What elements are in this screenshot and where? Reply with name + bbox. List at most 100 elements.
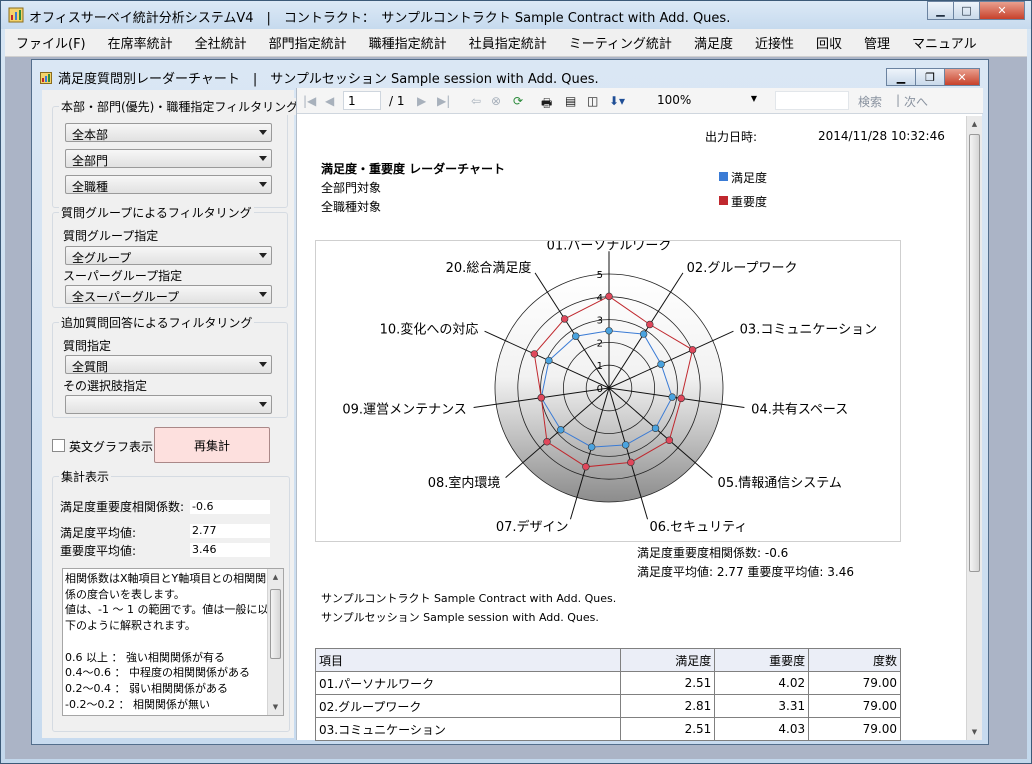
report-session: サンプルセッション Sample session with Add. Ques. [321,611,599,624]
correlation-explanation-textbox[interactable]: 相関係数はX軸項目とY軸項目との相関関係の度合いを表します。 値は、-1 ～ 1… [62,568,284,716]
dept-filter-group: 本部・部門(優先)・職種指定フィルタリング 全本部 全部門 全職種 [52,98,301,208]
english-graph-checkbox[interactable] [52,439,65,452]
correlation-explanation-text: 相関係数はX軸項目とY軸項目との相関関係の度合いを表します。 値は、-1 ～ 1… [65,572,269,711]
minimize-button[interactable]: ▁ [927,1,954,20]
importance-point [677,394,685,403]
app-icon [8,7,24,23]
window-title: オフィスサーベイ統計分析システムV4 | コントラクト： サンプルコントラクト … [29,11,731,26]
back-icon[interactable]: ⇦ [471,94,481,108]
print-layout-icon[interactable]: ▤ [565,94,576,108]
filter-panel: 本部・部門(優先)・職種指定フィルタリング 全本部 全部門 全職種 質問グループ… [42,90,301,738]
radar-tick-label: 2 [597,338,603,349]
chevron-down-icon [259,182,267,187]
maximize-button[interactable]: □ [953,1,980,20]
child-window-title: 満足度質問別レーダーチャート | サンプルセッション Sample sessio… [58,72,599,87]
importance-point [537,394,545,402]
option-select[interactable] [65,395,272,414]
menu-employee-stats[interactable]: 社員指定統計 [458,33,558,52]
search-button[interactable]: 検索 [858,93,882,110]
scroll-up-icon[interactable]: ▲ [967,116,982,132]
menu-manual[interactable]: マニュアル [901,33,988,52]
question-group-select[interactable]: 全グループ [65,246,272,265]
next-button[interactable]: 次へ [904,93,928,110]
last-page-icon[interactable]: ▶| [437,94,450,108]
department-select[interactable]: 全部門 [65,149,272,168]
headquarters-select[interactable]: 全本部 [65,123,272,142]
results-table: 項目 満足度 重要度 度数 01.パーソナルワーク 2.51 4.02 79.0… [314,648,901,741]
satisfaction-point [622,441,630,449]
page-setup-icon[interactable]: ◫ [587,94,598,108]
memo-scrollbar[interactable]: ▲ ▼ [267,569,283,715]
radar-tick-label: 5 [597,270,603,281]
correlation-label: 満足度重要度相関係数: [60,500,185,514]
chevron-down-icon [259,292,267,297]
menu-satisfaction[interactable]: 満足度 [683,33,744,52]
search-input[interactable] [775,91,849,110]
menu-job-stats[interactable]: 職種指定統計 [358,33,458,52]
importance-point [543,438,551,446]
first-page-icon[interactable]: |◀ [303,94,316,108]
question-group-filter: 質問グループによるフィルタリング 質問グループ指定 全グループ スーパーグループ… [52,204,288,308]
menu-file[interactable]: ファイル(F) [5,33,97,52]
cell-frequency: 79.00 [808,694,901,718]
cell-item: 02.グループワーク [314,694,622,718]
chevron-down-icon [259,156,267,161]
radar-category-label: 04.共有スペース [751,402,848,417]
zoom-select[interactable]: 100% ▼ [651,91,763,110]
report-toolbar: |◀ ◀ 1 / 1 ▶ ▶| ⇦ ⊗ ⟳ 🖶 ▤ ◫ ⬇▾ 100% ▼ 検索 … [297,88,983,114]
page-number-input[interactable]: 1 [343,91,381,110]
satisfaction-point [545,356,553,365]
chevron-down-icon [259,253,267,258]
memo-scroll-thumb[interactable] [270,589,281,659]
menu-admin[interactable]: 管理 [853,33,901,52]
importance-legend-label: 重要度 [731,195,768,209]
importance-point [560,315,569,323]
cell-item: 01.パーソナルワーク [314,671,622,695]
radar-category-label: 08.室内環境 [428,475,501,491]
scroll-down-icon[interactable]: ▼ [268,699,283,715]
output-date-value: 2014/11/28 10:32:46 [818,129,945,143]
prev-page-icon[interactable]: ◀ [325,94,334,108]
scroll-down-icon[interactable]: ▼ [967,724,982,740]
menu-meeting-stats[interactable]: ミーティング統計 [558,33,683,52]
close-button[interactable]: ✕ [979,1,1025,20]
summary-legend: 集計表示 [59,468,112,485]
page-total: / 1 [389,94,405,108]
job-select[interactable]: 全職種 [65,175,272,194]
menu-company-stats[interactable]: 全社統計 [184,33,258,52]
stop-icon[interactable]: ⊗ [491,94,501,108]
super-group-label: スーパーグループ指定 [63,269,183,283]
menu-dept-stats[interactable]: 部門指定統計 [258,33,358,52]
title-bar: オフィスサーベイ統計分析システムV4 | コントラクト： サンプルコントラクト … [1,1,1031,29]
cell-frequency: 79.00 [808,671,901,695]
export-icon[interactable]: ⬇▾ [609,94,625,108]
option-label: その選択肢指定 [63,379,148,393]
child-minimize-button[interactable]: ▁ [886,68,916,86]
radar-chart-frame: 0 1 2 3 4 5 01.パーソナルワーク 02.グループワーク 03.コミュニケーション 0… [315,238,901,542]
recalc-button[interactable]: 再集計 [154,427,270,463]
toolbar-separator: | [896,93,901,107]
radar-category-label: 06.セキュリティ [649,520,747,535]
importance-legend-swatch [719,196,728,205]
radar-category-label: 10.変化への対応 [380,321,479,337]
question-select[interactable]: 全質問 [65,355,272,374]
menu-proximity[interactable]: 近接性 [744,33,805,52]
refresh-icon[interactable]: ⟳ [513,94,523,108]
additional-question-filter: 追加質問回答によるフィルタリング 質問指定 全質問 その選択肢指定 [52,314,288,418]
child-close-button[interactable]: ✕ [944,68,980,86]
cell-satisfaction: 2.81 [620,694,716,718]
next-page-icon[interactable]: ▶ [417,94,426,108]
satisfaction-point [657,360,665,368]
print-icon[interactable]: 🖶 [541,94,552,115]
menu-attendance-stats[interactable]: 在席率統計 [97,33,184,52]
menu-collection[interactable]: 回収 [805,33,853,52]
child-restore-button[interactable]: ❐ [915,68,945,86]
report-scroll-thumb[interactable] [969,134,980,572]
report-scrollbar[interactable]: ▲ ▼ [966,116,982,740]
super-group-select[interactable]: 全スーパーグループ [65,285,272,304]
table-row: 01.パーソナルワーク 2.51 4.02 79.00 [314,671,901,695]
cell-satisfaction: 2.51 [620,717,716,741]
importance-average-label: 重要度平均値: [60,544,137,558]
radar-tick-label: 0 [597,384,603,395]
scroll-up-icon[interactable]: ▲ [268,569,283,585]
